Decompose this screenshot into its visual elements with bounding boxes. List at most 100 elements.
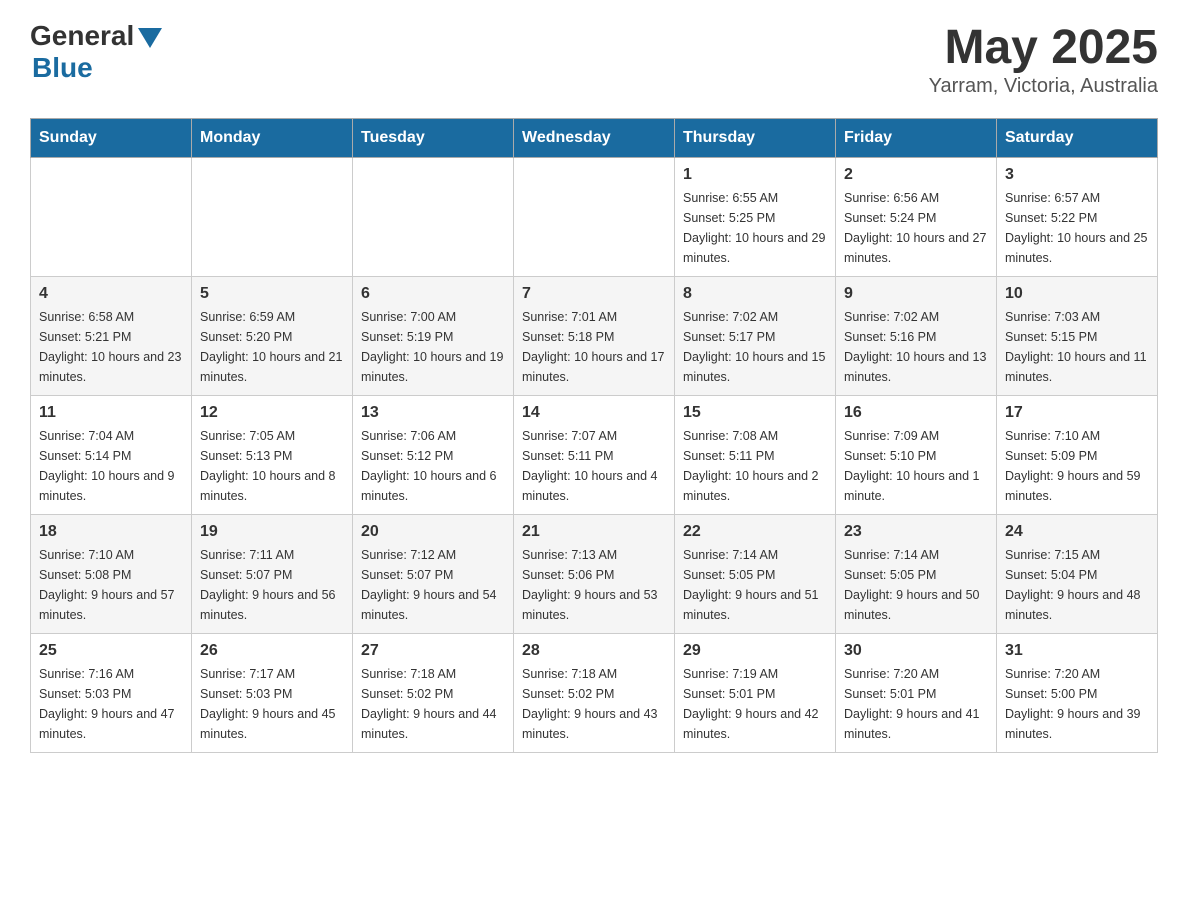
day-number: 9 <box>844 285 988 303</box>
calendar-cell: 30 Sunrise: 7:20 AMSunset: 5:01 PMDayligh… <box>836 634 997 753</box>
calendar-cell: 28 Sunrise: 7:18 AMSunset: 5:02 PMDayligh… <box>514 634 675 753</box>
day-info: Sunrise: 7:13 AMSunset: 5:06 PMDaylight:… <box>522 545 666 625</box>
logo-general-text: General <box>30 20 134 52</box>
calendar-day-header: Friday <box>836 119 997 158</box>
calendar-week-row: 1 Sunrise: 6:55 AMSunset: 5:25 PMDaylight… <box>31 158 1158 277</box>
calendar-cell <box>353 158 514 277</box>
calendar-cell: 9 Sunrise: 7:02 AMSunset: 5:16 PMDaylight… <box>836 277 997 396</box>
day-info: Sunrise: 7:14 AMSunset: 5:05 PMDaylight:… <box>844 545 988 625</box>
calendar-cell: 11 Sunrise: 7:04 AMSunset: 5:14 PMDayligh… <box>31 396 192 515</box>
calendar-cell: 20 Sunrise: 7:12 AMSunset: 5:07 PMDayligh… <box>353 515 514 634</box>
day-number: 17 <box>1005 404 1149 422</box>
calendar-day-header: Saturday <box>997 119 1158 158</box>
calendar-table: SundayMondayTuesdayWednesdayThursdayFrid… <box>30 118 1158 753</box>
day-info: Sunrise: 7:20 AMSunset: 5:00 PMDaylight:… <box>1005 664 1149 744</box>
calendar-cell: 23Sunrise: 7:14 AMSunset: 5:05 PMDayligh… <box>836 515 997 634</box>
calendar-cell: 27 Sunrise: 7:18 AMSunset: 5:02 PMDayligh… <box>353 634 514 753</box>
title-section: May 2025 Yarram, Victoria, Australia <box>929 20 1158 98</box>
day-number: 4 <box>39 285 183 303</box>
calendar-cell: 16 Sunrise: 7:09 AMSunset: 5:10 PMDayligh… <box>836 396 997 515</box>
calendar-cell: 5Sunrise: 6:59 AMSunset: 5:20 PMDaylight… <box>192 277 353 396</box>
day-info: Sunrise: 6:58 AMSunset: 5:21 PMDaylight:… <box>39 307 183 387</box>
calendar-cell: 8 Sunrise: 7:02 AMSunset: 5:17 PMDaylight… <box>675 277 836 396</box>
day-number: 10 <box>1005 285 1149 303</box>
calendar-cell: 22 Sunrise: 7:14 AMSunset: 5:05 PMDayligh… <box>675 515 836 634</box>
day-number: 24 <box>1005 523 1149 541</box>
logo: General Blue <box>30 20 162 84</box>
day-info: Sunrise: 7:06 AMSunset: 5:12 PMDaylight:… <box>361 426 505 506</box>
calendar-day-header: Thursday <box>675 119 836 158</box>
day-number: 28 <box>522 642 666 660</box>
logo-triangle-icon <box>138 28 162 48</box>
day-info: Sunrise: 6:56 AMSunset: 5:24 PMDaylight:… <box>844 188 988 268</box>
calendar-cell: 6Sunrise: 7:00 AMSunset: 5:19 PMDaylight… <box>353 277 514 396</box>
day-number: 13 <box>361 404 505 422</box>
day-info: Sunrise: 6:55 AMSunset: 5:25 PMDaylight:… <box>683 188 827 268</box>
calendar-day-header: Tuesday <box>353 119 514 158</box>
calendar-cell: 17 Sunrise: 7:10 AMSunset: 5:09 PMDayligh… <box>997 396 1158 515</box>
calendar-cell: 4 Sunrise: 6:58 AMSunset: 5:21 PMDaylight… <box>31 277 192 396</box>
day-number: 8 <box>683 285 827 303</box>
day-info: Sunrise: 7:02 AMSunset: 5:16 PMDaylight:… <box>844 307 988 387</box>
logo-blue-text: Blue <box>32 52 93 84</box>
day-info: Sunrise: 7:10 AMSunset: 5:09 PMDaylight:… <box>1005 426 1149 506</box>
day-number: 12 <box>200 404 344 422</box>
day-number: 11 <box>39 404 183 422</box>
day-info: Sunrise: 7:19 AMSunset: 5:01 PMDaylight:… <box>683 664 827 744</box>
day-number: 31 <box>1005 642 1149 660</box>
calendar-cell: 24 Sunrise: 7:15 AMSunset: 5:04 PMDayligh… <box>997 515 1158 634</box>
day-number: 1 <box>683 166 827 184</box>
day-info: Sunrise: 6:59 AMSunset: 5:20 PMDaylight:… <box>200 307 344 387</box>
calendar-cell: 13 Sunrise: 7:06 AMSunset: 5:12 PMDayligh… <box>353 396 514 515</box>
calendar-cell: 12 Sunrise: 7:05 AMSunset: 5:13 PMDayligh… <box>192 396 353 515</box>
day-info: Sunrise: 7:09 AMSunset: 5:10 PMDaylight:… <box>844 426 988 506</box>
day-number: 16 <box>844 404 988 422</box>
calendar-cell: 1 Sunrise: 6:55 AMSunset: 5:25 PMDaylight… <box>675 158 836 277</box>
day-number: 30 <box>844 642 988 660</box>
day-number: 14 <box>522 404 666 422</box>
calendar-day-header: Sunday <box>31 119 192 158</box>
month-year-title: May 2025 <box>929 20 1158 75</box>
calendar-cell: 18 Sunrise: 7:10 AMSunset: 5:08 PMDayligh… <box>31 515 192 634</box>
day-info: Sunrise: 7:14 AMSunset: 5:05 PMDaylight:… <box>683 545 827 625</box>
day-number: 18 <box>39 523 183 541</box>
day-info: Sunrise: 7:04 AMSunset: 5:14 PMDaylight:… <box>39 426 183 506</box>
calendar-cell: 29 Sunrise: 7:19 AMSunset: 5:01 PMDayligh… <box>675 634 836 753</box>
day-info: Sunrise: 7:18 AMSunset: 5:02 PMDaylight:… <box>522 664 666 744</box>
calendar-header-row: SundayMondayTuesdayWednesdayThursdayFrid… <box>31 119 1158 158</box>
calendar-cell: 19Sunrise: 7:11 AMSunset: 5:07 PMDayligh… <box>192 515 353 634</box>
day-info: Sunrise: 7:05 AMSunset: 5:13 PMDaylight:… <box>200 426 344 506</box>
calendar-day-header: Wednesday <box>514 119 675 158</box>
day-number: 26 <box>200 642 344 660</box>
day-info: Sunrise: 7:18 AMSunset: 5:02 PMDaylight:… <box>361 664 505 744</box>
day-info: Sunrise: 7:07 AMSunset: 5:11 PMDaylight:… <box>522 426 666 506</box>
calendar-cell: 2Sunrise: 6:56 AMSunset: 5:24 PMDaylight… <box>836 158 997 277</box>
day-info: Sunrise: 7:03 AMSunset: 5:15 PMDaylight:… <box>1005 307 1149 387</box>
day-number: 27 <box>361 642 505 660</box>
day-number: 20 <box>361 523 505 541</box>
day-number: 25 <box>39 642 183 660</box>
calendar-cell <box>514 158 675 277</box>
day-info: Sunrise: 7:16 AMSunset: 5:03 PMDaylight:… <box>39 664 183 744</box>
page-header: General Blue May 2025 Yarram, Victoria, … <box>30 20 1158 98</box>
calendar-cell: 7Sunrise: 7:01 AMSunset: 5:18 PMDaylight… <box>514 277 675 396</box>
day-number: 6 <box>361 285 505 303</box>
day-info: Sunrise: 7:20 AMSunset: 5:01 PMDaylight:… <box>844 664 988 744</box>
calendar-cell: 25 Sunrise: 7:16 AMSunset: 5:03 PMDayligh… <box>31 634 192 753</box>
day-number: 15 <box>683 404 827 422</box>
calendar-cell: 31 Sunrise: 7:20 AMSunset: 5:00 PMDayligh… <box>997 634 1158 753</box>
day-info: Sunrise: 6:57 AMSunset: 5:22 PMDaylight:… <box>1005 188 1149 268</box>
calendar-cell <box>31 158 192 277</box>
calendar-cell: 3Sunrise: 6:57 AMSunset: 5:22 PMDaylight… <box>997 158 1158 277</box>
calendar-week-row: 11 Sunrise: 7:04 AMSunset: 5:14 PMDayligh… <box>31 396 1158 515</box>
day-number: 22 <box>683 523 827 541</box>
calendar-cell: 21Sunrise: 7:13 AMSunset: 5:06 PMDayligh… <box>514 515 675 634</box>
day-info: Sunrise: 7:17 AMSunset: 5:03 PMDaylight:… <box>200 664 344 744</box>
day-info: Sunrise: 7:10 AMSunset: 5:08 PMDaylight:… <box>39 545 183 625</box>
day-number: 29 <box>683 642 827 660</box>
day-info: Sunrise: 7:15 AMSunset: 5:04 PMDaylight:… <box>1005 545 1149 625</box>
calendar-cell: 15Sunrise: 7:08 AMSunset: 5:11 PMDayligh… <box>675 396 836 515</box>
day-number: 19 <box>200 523 344 541</box>
day-info: Sunrise: 7:12 AMSunset: 5:07 PMDaylight:… <box>361 545 505 625</box>
day-info: Sunrise: 7:02 AMSunset: 5:17 PMDaylight:… <box>683 307 827 387</box>
